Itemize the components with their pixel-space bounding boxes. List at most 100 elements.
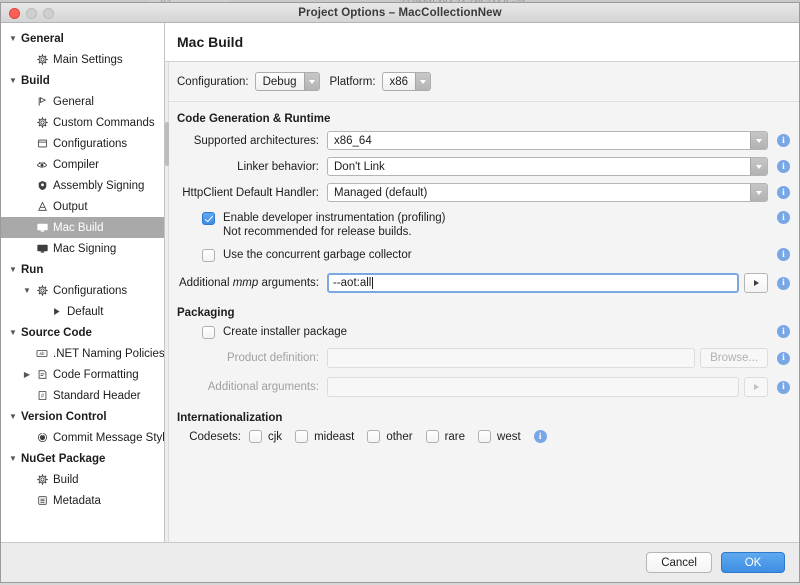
ok-button[interactable]: OK bbox=[721, 552, 785, 573]
mmp-arguments-input[interactable]: --aot:all bbox=[327, 273, 739, 293]
hash-doc-icon: # bbox=[33, 390, 51, 401]
sidebar-item-standard-header[interactable]: #Standard Header bbox=[1, 385, 164, 406]
chevron-down-icon[interactable]: ▼ bbox=[7, 35, 19, 43]
codeset-checkbox-west[interactable] bbox=[478, 430, 491, 443]
flask-icon bbox=[33, 201, 51, 212]
codeset-checkbox-mideast[interactable] bbox=[295, 430, 308, 443]
developer-instrumentation-checkbox[interactable] bbox=[202, 212, 215, 225]
sidebar-item-default[interactable]: Default bbox=[1, 301, 164, 322]
linker-behavior-dropdown[interactable]: Don't Link bbox=[327, 157, 768, 176]
info-icon[interactable]: i bbox=[777, 160, 790, 173]
platform-dropdown[interactable]: x86 bbox=[382, 72, 432, 91]
chevron-down-icon[interactable]: ▼ bbox=[7, 329, 19, 337]
dialog-footer: Cancel OK bbox=[1, 542, 799, 582]
info-icon[interactable]: i bbox=[777, 211, 790, 224]
info-icon[interactable]: i bbox=[777, 134, 790, 147]
sidebar-item-compiler[interactable]: Compiler bbox=[1, 154, 164, 175]
sidebar-item-mac-signing[interactable]: Mac Signing bbox=[1, 238, 164, 259]
chevron-right-icon[interactable]: ▶ bbox=[21, 371, 33, 379]
field-additional-arguments: Additional arguments: i bbox=[177, 377, 799, 397]
sidebar-item-build[interactable]: Build bbox=[1, 469, 164, 490]
concurrent-gc-checkbox[interactable] bbox=[202, 249, 215, 262]
close-button[interactable] bbox=[9, 8, 20, 19]
sidebar-item-source-code[interactable]: ▼Source Code bbox=[1, 322, 164, 343]
info-icon[interactable]: i bbox=[534, 430, 547, 443]
section-title-packaging: Packaging bbox=[177, 307, 799, 319]
mmp-label-emphasis: mmp bbox=[233, 277, 259, 289]
sidebar-item-mac-build[interactable]: Mac Build bbox=[1, 217, 164, 238]
sidebar-item-net-naming-policies[interactable]: ab.NET Naming Policies bbox=[1, 343, 164, 364]
chevron-down-icon[interactable] bbox=[750, 158, 767, 175]
codeset-label: cjk bbox=[262, 431, 282, 443]
sidebar-item-configurations[interactable]: Configurations bbox=[1, 133, 164, 154]
info-icon[interactable]: i bbox=[777, 325, 790, 338]
sidebar-item-custom-commands[interactable]: Custom Commands bbox=[1, 112, 164, 133]
sidebar-item-main-settings[interactable]: Main Settings bbox=[1, 49, 164, 70]
codeset-checkbox-rare[interactable] bbox=[426, 430, 439, 443]
configuration-dropdown[interactable]: Debug bbox=[255, 72, 320, 91]
sidebar-item-label: Run bbox=[19, 264, 43, 276]
sidebar-item-build[interactable]: ▼Build bbox=[1, 70, 164, 91]
sidebar-item-label: Version Control bbox=[19, 411, 107, 423]
info-icon[interactable]: i bbox=[777, 352, 790, 365]
svg-text:ab: ab bbox=[40, 351, 45, 356]
configuration-value: Debug bbox=[256, 73, 304, 90]
sidebar-item-nuget-package[interactable]: ▼NuGet Package bbox=[1, 448, 164, 469]
supported-architectures-label: Supported architectures: bbox=[177, 135, 327, 147]
settings-sidebar[interactable]: ▼GeneralMain Settings▼BuildGeneralCustom… bbox=[1, 23, 165, 542]
mmp-arguments-expand-button[interactable] bbox=[744, 273, 768, 293]
chevron-down-icon[interactable]: ▼ bbox=[7, 77, 19, 85]
sidebar-item-general[interactable]: ▼General bbox=[1, 28, 164, 49]
sidebar-item-general[interactable]: General bbox=[1, 91, 164, 112]
product-definition-input[interactable] bbox=[327, 348, 695, 368]
chevron-down-icon[interactable]: ▼ bbox=[21, 287, 33, 295]
dialog-body: ▼GeneralMain Settings▼BuildGeneralCustom… bbox=[1, 23, 799, 542]
codeset-checkbox-cjk[interactable] bbox=[249, 430, 262, 443]
sidebar-item-label: Build bbox=[19, 75, 50, 87]
scrollbar-thumb[interactable] bbox=[165, 122, 169, 166]
info-icon[interactable]: i bbox=[777, 248, 790, 261]
sidebar-item-label: Source Code bbox=[19, 327, 92, 339]
sidebar-item-label: Mac Build bbox=[51, 222, 104, 234]
info-icon[interactable]: i bbox=[777, 381, 790, 394]
codeset-checkbox-other[interactable] bbox=[367, 430, 380, 443]
field-httpclient-handler: HttpClient Default Handler: Managed (def… bbox=[177, 183, 799, 202]
sidebar-item-assembly-signing[interactable]: Assembly Signing bbox=[1, 175, 164, 196]
minimize-button[interactable] bbox=[26, 8, 37, 19]
httpclient-handler-dropdown[interactable]: Managed (default) bbox=[327, 183, 768, 202]
chevron-down-icon[interactable] bbox=[415, 73, 430, 90]
sidebar-item-configurations[interactable]: ▼Configurations bbox=[1, 280, 164, 301]
cancel-button[interactable]: Cancel bbox=[646, 552, 712, 573]
chevron-down-icon[interactable]: ▼ bbox=[7, 266, 19, 274]
mmp-arguments-value: --aot:all bbox=[333, 277, 371, 289]
browse-button[interactable]: Browse... bbox=[700, 348, 768, 368]
info-icon[interactable]: i bbox=[777, 186, 790, 199]
pane-header: Mac Build bbox=[165, 23, 799, 62]
codeset-label: rare bbox=[439, 431, 465, 443]
sidebar-item-output[interactable]: Output bbox=[1, 196, 164, 217]
info-icon[interactable]: i bbox=[777, 277, 790, 290]
sidebar-item-version-control[interactable]: ▼Version Control bbox=[1, 406, 164, 427]
additional-arguments-input[interactable] bbox=[327, 377, 739, 397]
chevron-down-icon[interactable]: ▼ bbox=[7, 413, 19, 421]
platform-label: Platform: bbox=[330, 76, 376, 88]
chevron-down-icon[interactable]: ▼ bbox=[7, 455, 19, 463]
codesets-group: cjkmideastotherrarewesti bbox=[249, 430, 547, 443]
chevron-down-icon[interactable] bbox=[304, 73, 319, 90]
zoom-button[interactable] bbox=[43, 8, 54, 19]
create-installer-checkbox[interactable] bbox=[202, 326, 215, 339]
sidebar-item-metadata[interactable]: Metadata bbox=[1, 490, 164, 511]
window-controls bbox=[9, 8, 54, 19]
window-icon bbox=[33, 138, 51, 149]
supported-architectures-dropdown[interactable]: x86_64 bbox=[327, 131, 768, 150]
additional-arguments-expand-button[interactable] bbox=[744, 377, 768, 397]
sidebar-item-label: Main Settings bbox=[51, 54, 123, 66]
chevron-down-icon[interactable] bbox=[750, 184, 767, 201]
pane-scroll-area: Configuration: Debug Platform: x86 Code … bbox=[165, 62, 799, 542]
chevron-down-icon[interactable] bbox=[750, 132, 767, 149]
sidebar-item-code-formatting[interactable]: ▶Code Formatting bbox=[1, 364, 164, 385]
sidebar-item-commit-message-style[interactable]: Commit Message Style bbox=[1, 427, 164, 448]
sidebar-item-run[interactable]: ▼Run bbox=[1, 259, 164, 280]
vertical-scrollbar[interactable] bbox=[165, 62, 169, 542]
sidebar-item-label: Default bbox=[65, 306, 103, 318]
